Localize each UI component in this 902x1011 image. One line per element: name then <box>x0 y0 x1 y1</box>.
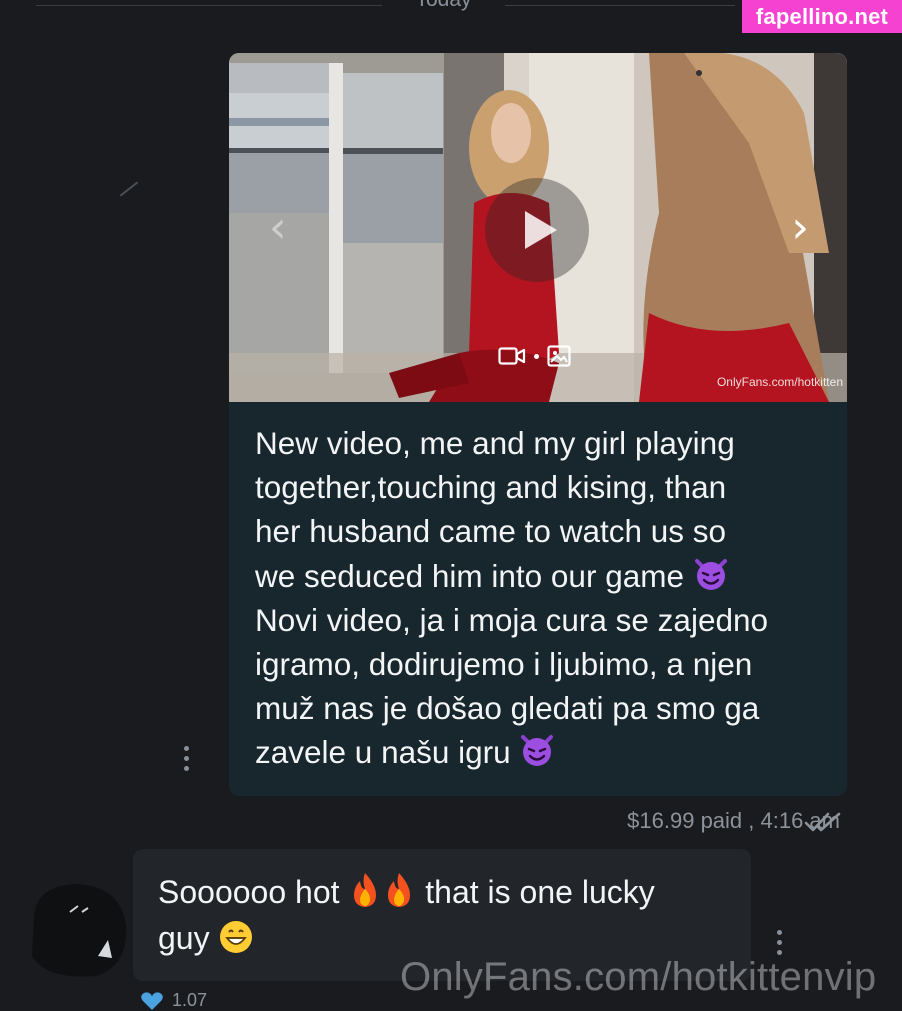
separator-dot <box>534 353 539 359</box>
kebab-dot-icon <box>776 930 782 935</box>
avatar[interactable] <box>26 876 130 980</box>
like-row[interactable]: 1.07 <box>140 990 207 1011</box>
date-label: Today <box>382 0 505 12</box>
message-line: muž nas je došao gledati pa smo ga <box>255 690 760 727</box>
kebab-dot-icon <box>183 766 189 771</box>
message-line: zavele u našu igru <box>255 734 511 771</box>
kebab-dot-icon <box>183 756 189 761</box>
message-line: together,touching and kising, than <box>255 469 727 506</box>
outgoing-message-card[interactable]: ‹ › OnlyFans.com/hotkitten New video, me… <box>229 53 847 796</box>
fire-emoji-icon <box>354 873 377 907</box>
smiling-devil-emoji-icon <box>694 558 727 590</box>
grinning-emoji-icon <box>220 921 253 953</box>
separator-line-left <box>36 5 382 6</box>
divider-mark <box>119 181 139 197</box>
media-watermark: OnlyFans.com/hotkitten <box>716 375 843 389</box>
like-count: 1.07 <box>172 990 208 1010</box>
message-text-part: Soooooo hot <box>158 874 340 910</box>
double-check-icon <box>804 812 841 832</box>
heart-icon <box>141 991 163 1010</box>
outgoing-message-options-button[interactable] <box>182 746 190 771</box>
message-text-part: that is one lucky <box>425 874 655 910</box>
incoming-message-text: Soooooo hot that is one lucky guy <box>158 869 738 961</box>
message-line: New video, me and my girl playing <box>255 425 735 461</box>
message-text: New video, me and my girl playing togeth… <box>255 421 835 775</box>
message-media-preview[interactable]: ‹ › OnlyFans.com/hotkitten <box>229 53 847 402</box>
bottom-watermark: OnlyFans.com/hotkittenvip <box>400 955 877 999</box>
previous-media-button[interactable]: ‹ <box>269 203 287 253</box>
message-line: Novi video, ja i moja cura se zajedno <box>255 601 769 638</box>
redacted-avatar-icon <box>32 884 127 977</box>
image-icon <box>547 345 571 367</box>
kebab-dot-icon <box>776 940 782 945</box>
media-type-indicators <box>498 345 571 367</box>
message-line: her husband came to watch us so <box>255 513 727 550</box>
play-button[interactable] <box>485 178 589 282</box>
video-camera-icon <box>498 347 526 365</box>
play-icon <box>525 211 557 249</box>
fire-emoji-icon <box>388 873 411 907</box>
message-line: igramo, dodirujemo i ljubimo, a njen <box>255 646 753 683</box>
next-media-button[interactable]: › <box>791 203 809 253</box>
message-text-part: guy <box>158 920 210 956</box>
smiling-devil-emoji-icon <box>521 735 554 767</box>
kebab-dot-icon <box>183 746 189 751</box>
message-line: we seduced him into our game <box>255 557 684 594</box>
site-watermark-badge: fapellino.net <box>742 0 902 33</box>
separator-line-right <box>505 5 735 6</box>
incoming-message-options-button[interactable] <box>775 930 783 955</box>
